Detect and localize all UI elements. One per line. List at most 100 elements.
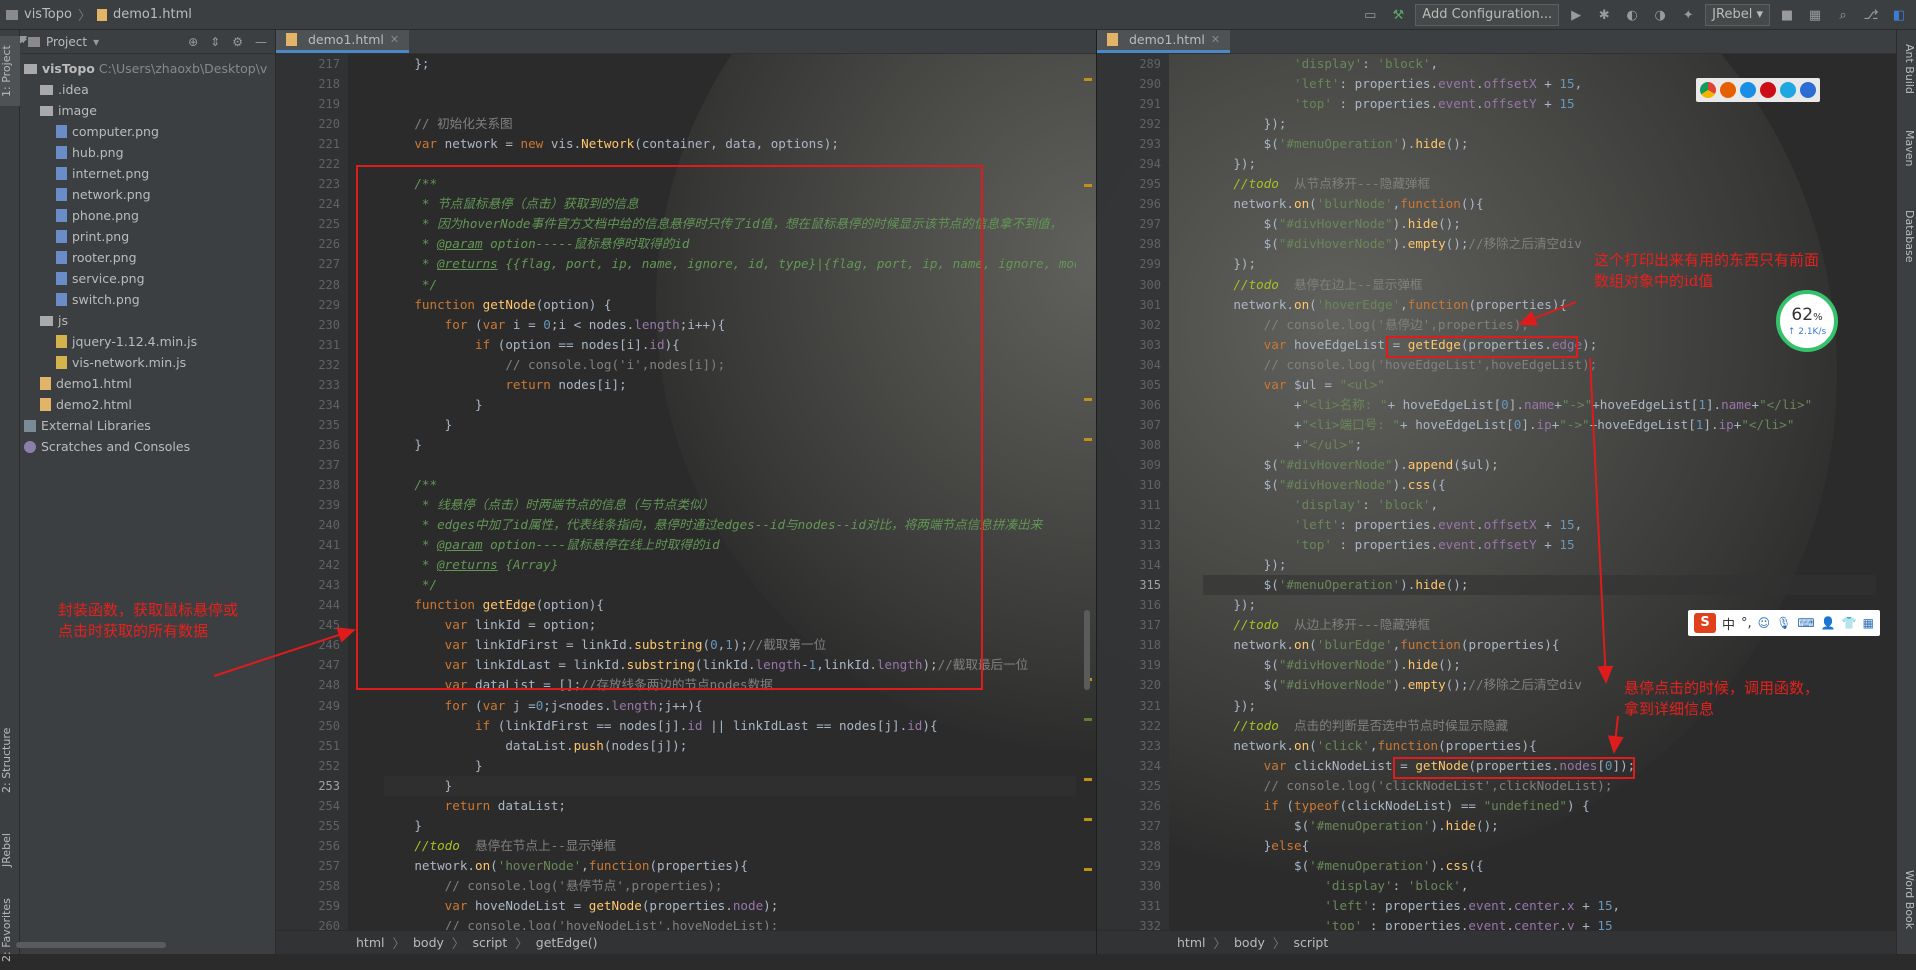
code-line[interactable]: network.on('click',function(properties){ bbox=[1203, 736, 1876, 756]
profile-icon[interactable]: ◑ bbox=[1649, 4, 1671, 26]
line-number[interactable]: 226 bbox=[276, 234, 348, 254]
emoji-icon[interactable]: ☺ bbox=[1758, 616, 1771, 630]
jrebel-dropdown[interactable]: JRebel ▾ bbox=[1705, 4, 1770, 26]
run-icon[interactable]: ▶ bbox=[1565, 4, 1587, 26]
line-number[interactable]: 329 bbox=[1097, 856, 1169, 876]
code-line[interactable]: } bbox=[384, 395, 1076, 415]
tree-item[interactable]: vis-network.min.js bbox=[20, 352, 275, 373]
breadcrumb-item[interactable]: script bbox=[1293, 935, 1328, 950]
line-number[interactable]: 242 bbox=[276, 555, 348, 575]
line-number[interactable]: 291 bbox=[1097, 94, 1169, 114]
line-number[interactable]: 313 bbox=[1097, 535, 1169, 555]
line-number[interactable]: 224 bbox=[276, 194, 348, 214]
code-line[interactable]: for (var i = 0;i < nodes.length;i++){ bbox=[384, 315, 1076, 335]
coverage-icon[interactable]: ◐ bbox=[1621, 4, 1643, 26]
code-line[interactable]: }); bbox=[1203, 555, 1876, 575]
line-number[interactable]: 249 bbox=[276, 696, 348, 716]
line-number[interactable]: 248 bbox=[276, 675, 348, 695]
code-area[interactable]: 'display': 'block', 'left': properties.e… bbox=[1203, 54, 1876, 936]
chevron-down-icon[interactable]: ▾ bbox=[93, 35, 99, 49]
line-number[interactable]: 252 bbox=[276, 756, 348, 776]
firefox-icon[interactable] bbox=[1720, 82, 1736, 98]
tree-item[interactable]: service.png bbox=[20, 268, 275, 289]
code-line[interactable]: // console.log('hoveEdgeList',hoveEdgeLi… bbox=[1203, 355, 1876, 375]
line-number[interactable]: 250 bbox=[276, 716, 348, 736]
tree-item[interactable]: phone.png bbox=[20, 205, 275, 226]
line-number[interactable]: 293 bbox=[1097, 134, 1169, 154]
code-line[interactable]: function getEdge(option){ bbox=[384, 595, 1076, 615]
line-number[interactable]: 299 bbox=[1097, 254, 1169, 274]
breadcrumb-item[interactable]: body bbox=[413, 935, 444, 950]
chrome-icon[interactable] bbox=[1700, 82, 1716, 98]
line-number[interactable]: 319 bbox=[1097, 655, 1169, 675]
code-line[interactable]: }); bbox=[1203, 154, 1876, 174]
line-number[interactable]: 308 bbox=[1097, 435, 1169, 455]
code-line[interactable]: $('#menuOperation').css({ bbox=[1203, 856, 1876, 876]
tree-item[interactable]: demo2.html bbox=[20, 394, 275, 415]
code-line[interactable]: $("#divHoverNode").hide(); bbox=[1203, 655, 1876, 675]
code-line[interactable]: var clickNodeList = getNode(properties.n… bbox=[1203, 756, 1876, 776]
add-configuration-button[interactable]: Add Configuration... bbox=[1415, 4, 1560, 26]
tree-item[interactable]: computer.png bbox=[20, 121, 275, 142]
code-line[interactable]: +"<li>端口号: "+ hoveEdgeList[0].ip+"->"+ho… bbox=[1203, 415, 1876, 435]
debug-icon[interactable]: ✱ bbox=[1593, 4, 1615, 26]
code-line[interactable]: $("#divHoverNode").hide(); bbox=[1203, 214, 1876, 234]
jrebel-run-icon[interactable]: ✦ bbox=[1677, 4, 1699, 26]
breadcrumb-item[interactable]: html bbox=[1177, 935, 1205, 950]
code-line[interactable]: // console.log('clickNodeList',clickNode… bbox=[1203, 776, 1876, 796]
line-number[interactable]: 309 bbox=[1097, 455, 1169, 475]
line-number[interactable]: 251 bbox=[276, 736, 348, 756]
line-number[interactable]: 244 bbox=[276, 595, 348, 615]
line-number[interactable]: 323 bbox=[1097, 736, 1169, 756]
code-line[interactable]: * 节点鼠标悬停（点击）获取到的信息 bbox=[384, 194, 1076, 214]
code-line[interactable]: network.on('blurNode',function(){ bbox=[1203, 194, 1876, 214]
code-line[interactable]: * 因为hoverNode事件官方文档中给的信息悬停时只传了id值，想在鼠标悬停… bbox=[384, 214, 1076, 234]
code-line[interactable]: var linkIdFirst = linkId.substring(0,1);… bbox=[384, 635, 1076, 655]
code-line[interactable]: var dataList = [];//存放线条两边的节点nodes数据 bbox=[384, 675, 1076, 695]
line-number[interactable]: 298 bbox=[1097, 234, 1169, 254]
code-line[interactable]: * @returns {Array} bbox=[384, 555, 1076, 575]
close-icon[interactable]: ✕ bbox=[390, 30, 399, 52]
tree-item[interactable]: ▼ js bbox=[20, 35, 275, 331]
line-number[interactable]: 229 bbox=[276, 295, 348, 315]
line-number[interactable]: 218 bbox=[276, 74, 348, 94]
line-number[interactable]: 238 bbox=[276, 475, 348, 495]
code-line[interactable]: return dataList; bbox=[384, 796, 1076, 816]
line-number[interactable]: 245 bbox=[276, 615, 348, 635]
code-line[interactable]: $('#menuOperation').hide(); bbox=[1203, 134, 1876, 154]
code-line[interactable] bbox=[384, 94, 1076, 114]
tree-item[interactable]: jquery-1.12.4.min.js bbox=[20, 331, 275, 352]
breadcrumb-item[interactable]: getEdge() bbox=[536, 935, 598, 950]
line-number[interactable]: 295 bbox=[1097, 174, 1169, 194]
line-number[interactable]: 232 bbox=[276, 355, 348, 375]
line-number[interactable]: 325 bbox=[1097, 776, 1169, 796]
line-number[interactable]: 259 bbox=[276, 896, 348, 916]
code-line[interactable] bbox=[384, 455, 1076, 475]
line-number[interactable]: 317 bbox=[1097, 615, 1169, 635]
keyboard-icon[interactable]: ⌨ bbox=[1797, 616, 1814, 630]
code-line[interactable]: var $ul = "<ul>" bbox=[1203, 375, 1876, 395]
line-number[interactable]: 315 bbox=[1097, 575, 1169, 595]
line-number[interactable]: 328 bbox=[1097, 836, 1169, 856]
line-number[interactable]: 219 bbox=[276, 94, 348, 114]
line-number[interactable]: 234 bbox=[276, 395, 348, 415]
code-line[interactable]: function getNode(option) { bbox=[384, 295, 1076, 315]
line-number[interactable]: 243 bbox=[276, 575, 348, 595]
code-line[interactable]: * @returns {{flag, port, ip, name, ignor… bbox=[384, 254, 1076, 274]
code-line[interactable]: network.on('hoverNode',function(properti… bbox=[384, 856, 1076, 876]
line-number[interactable]: 231 bbox=[276, 335, 348, 355]
ime-mode[interactable]: 中 bbox=[1722, 614, 1735, 633]
opera-icon[interactable] bbox=[1760, 82, 1776, 98]
code-line[interactable]: $("#divHoverNode").append($ul); bbox=[1203, 455, 1876, 475]
line-number[interactable]: 230 bbox=[276, 315, 348, 335]
line-number[interactable]: 246 bbox=[276, 635, 348, 655]
line-number[interactable]: 305 bbox=[1097, 375, 1169, 395]
code-line[interactable]: network.on('blurEdge',function(propertie… bbox=[1203, 635, 1876, 655]
line-number[interactable]: 306 bbox=[1097, 395, 1169, 415]
code-line[interactable]: for (var j =0;j<nodes.length;j++){ bbox=[384, 696, 1076, 716]
code-line[interactable]: //todo 悬停在节点上--显示弹框 bbox=[384, 836, 1076, 856]
line-number[interactable]: 300 bbox=[1097, 275, 1169, 295]
code-line[interactable]: var linkId = option; bbox=[384, 615, 1076, 635]
network-speed-gauge[interactable]: 62% ↑ 2.1K/s bbox=[1776, 290, 1838, 352]
code-line[interactable]: // console.log('i',nodes[i]); bbox=[384, 355, 1076, 375]
